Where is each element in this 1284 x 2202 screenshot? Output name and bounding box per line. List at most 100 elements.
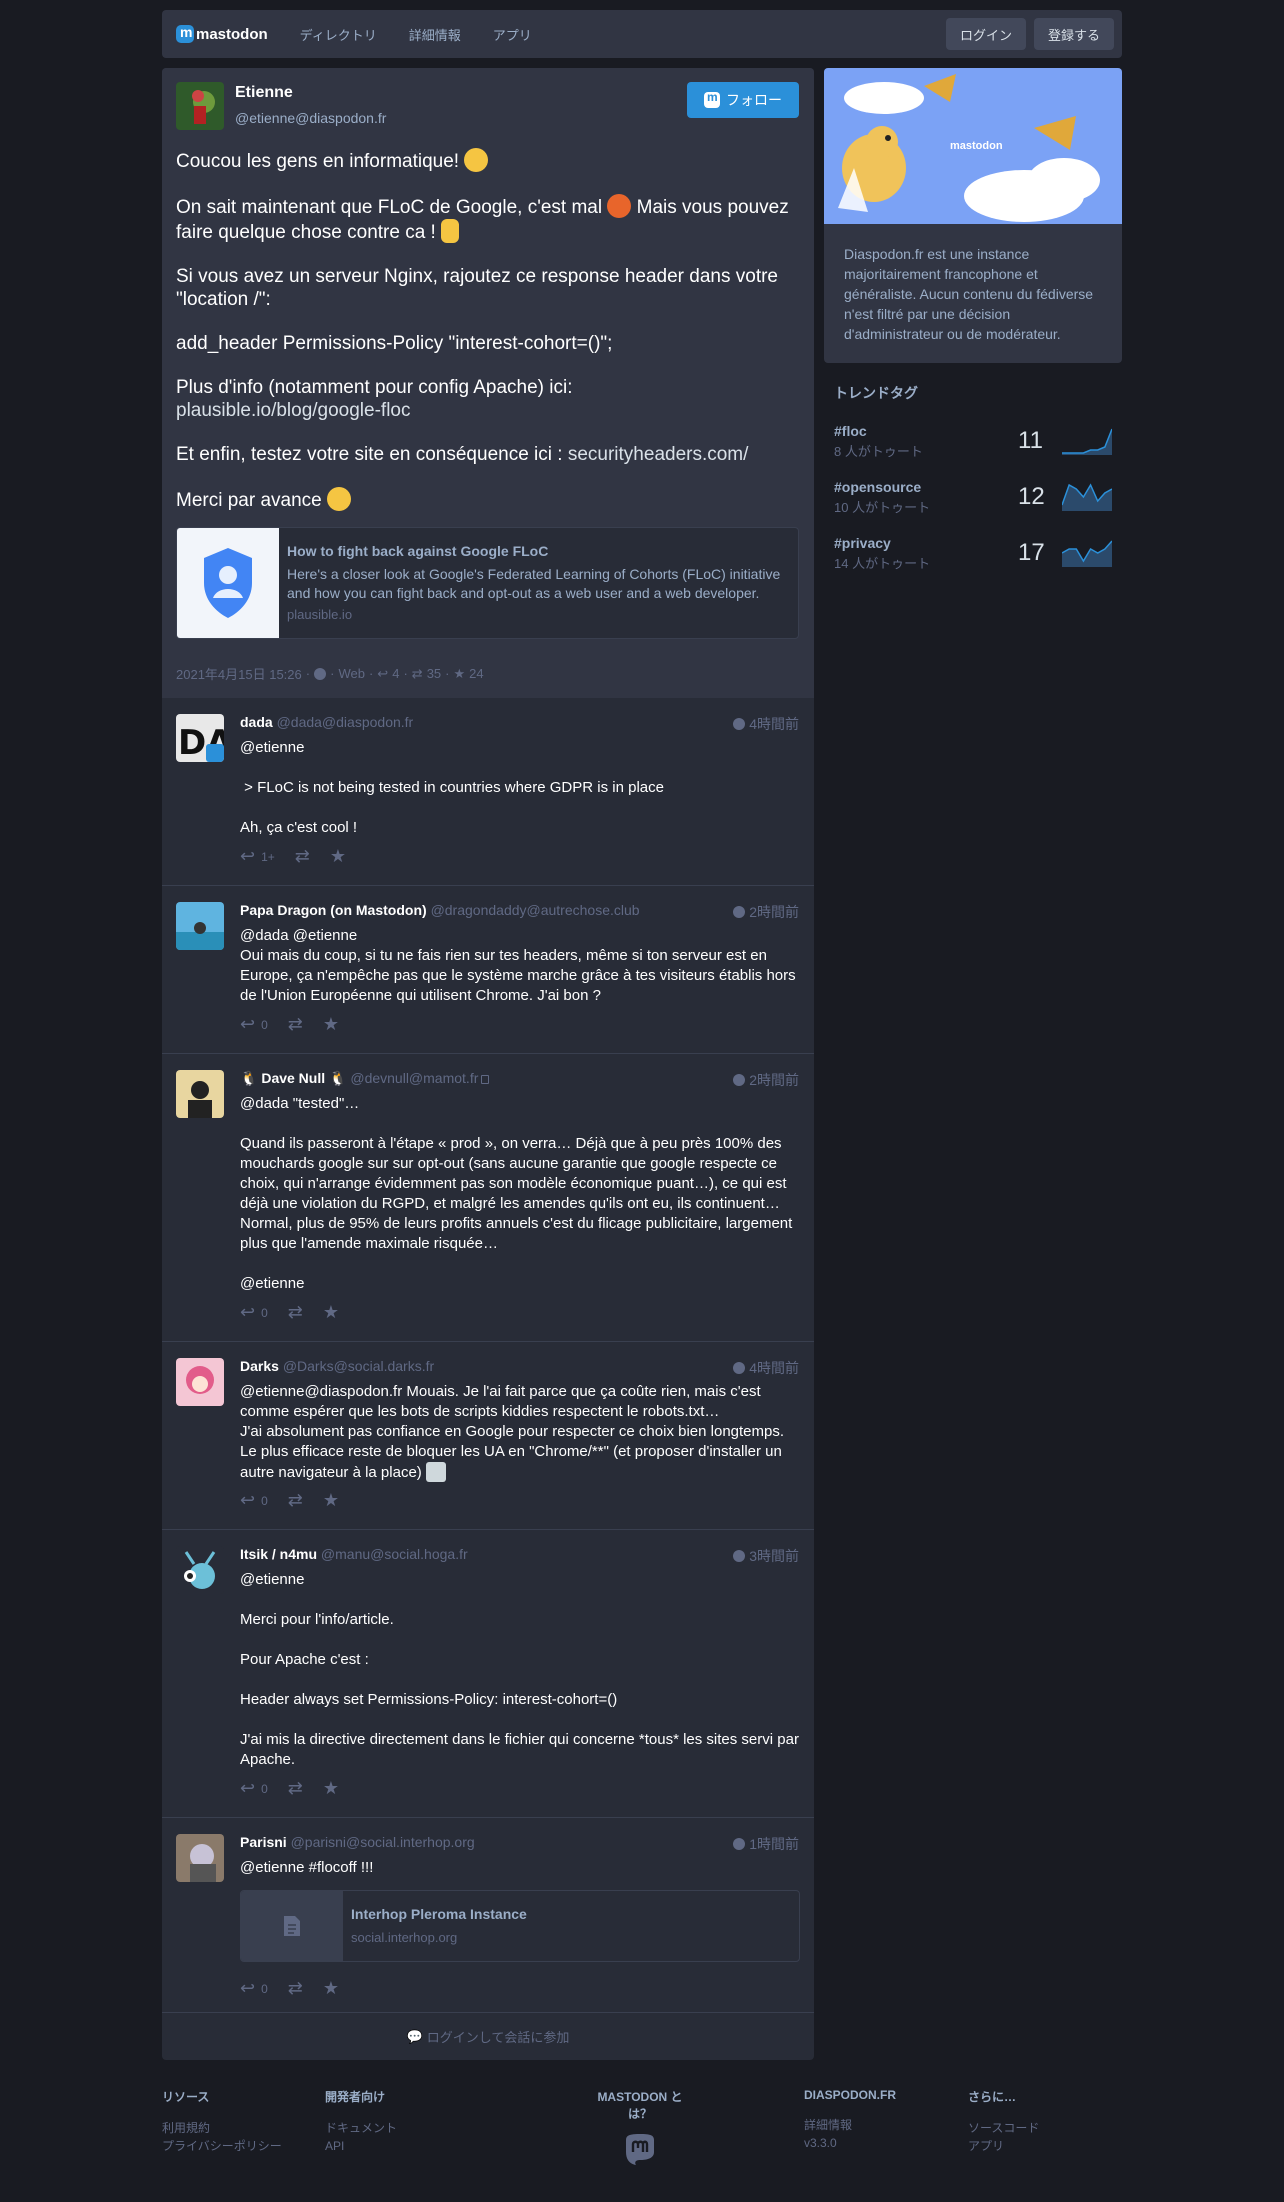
timestamp[interactable]: 3時間前	[733, 1546, 799, 1566]
blog-link[interactable]: plausible.io/blog/google-floc	[176, 400, 411, 421]
display-name[interactable]: Darks	[240, 1358, 279, 1374]
follow-button[interactable]: フォロー	[687, 82, 799, 118]
account-handle[interactable]: @devnull@mamot.fr	[350, 1070, 478, 1086]
boost-icon[interactable]: ⇄	[288, 1778, 303, 1799]
account-handle[interactable]: @parisni@social.interhop.org	[291, 1834, 475, 1850]
display-name[interactable]: Itsik / n4mu	[240, 1546, 317, 1562]
avatar[interactable]	[176, 1546, 224, 1594]
boost-icon[interactable]: ⇄	[295, 846, 310, 867]
mastodon-icon[interactable]	[622, 2132, 658, 2168]
reply-all-icon[interactable]: ↩	[240, 846, 255, 867]
reply-icon[interactable]: ↩	[240, 1778, 255, 1799]
account-handle[interactable]: @Darks@social.darks.fr	[283, 1358, 434, 1374]
timestamp[interactable]: 4時間前	[733, 714, 799, 734]
trend-tag[interactable]: #floc	[834, 423, 867, 439]
link-card[interactable]: Interhop Pleroma Instance social.interho…	[240, 1890, 800, 1962]
star-icon[interactable]: ★	[323, 1302, 339, 1323]
footer-more: さらに… ソースコード アプリ	[968, 2090, 1040, 2155]
trend-tag[interactable]: #privacy	[834, 535, 891, 551]
reply-icon[interactable]: ↩	[240, 1978, 255, 1999]
signup-button[interactable]: 登録する	[1034, 18, 1114, 50]
star-icon[interactable]: ★	[323, 1490, 339, 1511]
reply-icon[interactable]: ↩	[240, 1014, 255, 1035]
avatar[interactable]	[176, 1834, 224, 1882]
display-name[interactable]: Papa Dragon (on Mastodon)	[240, 902, 427, 918]
account-handle[interactable]: @dada@diaspodon.fr	[277, 714, 414, 730]
trend-sparkline	[1062, 483, 1112, 511]
boost-icon[interactable]: ⇄	[288, 1302, 303, 1323]
computer-emoji	[425, 1462, 446, 1482]
reply-content: @dada "tested"… Quand ils passeront à l'…	[240, 1095, 793, 1292]
footer-link-apps[interactable]: アプリ	[968, 2137, 1039, 2155]
globe-icon	[314, 667, 327, 680]
detailed-status: Etienne @etienne@diaspodon.fr フォロー Couco…	[162, 68, 814, 698]
avatar-image	[176, 1070, 224, 1118]
trend-item[interactable]: #opensource 10 人がトゥート 12	[834, 479, 1122, 535]
login-button[interactable]: ログイン	[946, 18, 1026, 50]
action-bar: ↩ 0 ⇄ ★	[240, 1302, 339, 1323]
trend-tag[interactable]: #opensource	[834, 479, 921, 495]
footer-link-terms[interactable]: 利用規約	[162, 2119, 282, 2137]
footer-link-about[interactable]: 詳細情報	[804, 2116, 896, 2134]
timestamp[interactable]: 2時間前	[733, 902, 799, 922]
trend-uses: 8 人がトゥート	[834, 444, 923, 459]
main-column: Etienne @etienne@diaspodon.fr フォロー Couco…	[162, 68, 814, 2060]
avatar[interactable]	[176, 1070, 224, 1118]
display-name[interactable]: Etienne	[235, 84, 293, 102]
star-icon[interactable]: ★	[323, 1778, 339, 1799]
trend-item[interactable]: #privacy 14 人がトゥート 17	[834, 535, 1122, 591]
avatar[interactable]	[176, 902, 224, 950]
mastodon-logo[interactable]: mastodon	[176, 24, 268, 43]
hero-mastodon-logo: mastodon	[950, 140, 1003, 152]
footer-link-source[interactable]: ソースコード	[968, 2119, 1039, 2137]
status-content: Coucou les gens en informatique! On sait…	[176, 148, 800, 533]
star-icon[interactable]: ★	[323, 1014, 339, 1035]
timestamp[interactable]: 2時間前	[733, 1070, 799, 1090]
trend-item[interactable]: #floc 8 人がトゥート 11	[834, 423, 1122, 479]
account-handle[interactable]: @dragondaddy@autrechose.club	[431, 902, 640, 918]
reply-icon[interactable]: ↩	[240, 1490, 255, 1511]
penguin-emoji: 🐧	[329, 1070, 347, 1086]
reply-icon[interactable]: ↩	[240, 1302, 255, 1323]
reply-status: Papa Dragon (on Mastodon) @dragondaddy@a…	[162, 886, 814, 1054]
globe-icon	[733, 1838, 746, 1850]
boost-icon[interactable]: ⇄	[288, 1978, 303, 1999]
nav-directory[interactable]: ディレクトリ	[300, 25, 377, 44]
star-icon[interactable]: ★	[330, 846, 346, 867]
boost-icon[interactable]: ⇄	[288, 1014, 303, 1035]
boost-icon[interactable]: ⇄	[288, 1490, 303, 1511]
display-name[interactable]: dada	[240, 714, 273, 730]
footer-link-api[interactable]: API	[325, 2137, 397, 2155]
trend-uses: 10 人がトゥート	[834, 500, 931, 515]
reply-header: Parisni @parisni@social.interhop.org	[240, 1834, 475, 1850]
victory-hand-emoji	[441, 219, 460, 243]
link-card[interactable]: How to fight back against Google FLoC He…	[176, 527, 799, 639]
timestamp[interactable]: 4時間前	[733, 1358, 799, 1378]
display-name[interactable]: Parisni	[240, 1834, 287, 1850]
footer-link-docs[interactable]: ドキュメント	[325, 2119, 397, 2137]
avatar[interactable]	[176, 82, 224, 130]
reply-content: @etienne > FLoC is not being tested in c…	[240, 739, 664, 836]
nav-apps[interactable]: アプリ	[493, 25, 532, 44]
reply-content: @dada @etienne Oui mais du coup, si tu n…	[240, 927, 796, 1004]
footer-link-privacy[interactable]: プライバシーポリシー	[162, 2137, 282, 2155]
securityheaders-link[interactable]: securityheaders.com/	[568, 444, 749, 465]
trend-count: 12	[1018, 483, 1045, 510]
reply-content: @etienne #flocoff !!!	[240, 1859, 374, 1876]
mastodon-icon	[176, 24, 194, 43]
account-handle[interactable]: @manu@social.hoga.fr	[321, 1546, 468, 1562]
status-meta: 2021年4月15日 15:26 · · Web · ↩ 4 · ⇄ 35 · …	[176, 664, 484, 683]
display-name[interactable]: Dave Null	[261, 1070, 325, 1086]
action-bar: ↩ 0 ⇄ ★	[240, 1978, 339, 1999]
status-date[interactable]: 2021年4月15日 15:26	[176, 664, 302, 683]
reply-count: 0	[261, 1493, 268, 1508]
account-handle[interactable]: @etienne@diaspodon.fr	[235, 110, 386, 126]
star-icon[interactable]: ★	[323, 1978, 339, 1999]
timestamp[interactable]: 1時間前	[733, 1834, 799, 1854]
avatar[interactable]	[176, 1358, 224, 1406]
trend-count: 17	[1018, 539, 1045, 566]
avatar[interactable]: DA	[176, 714, 224, 762]
footer-instance: DIASPODON.FR 詳細情報 v3.3.0	[804, 2088, 897, 2150]
nav-about[interactable]: 詳細情報	[409, 25, 461, 44]
join-conversation-link[interactable]: 💬 ログインして会話に参加	[162, 2012, 814, 2060]
